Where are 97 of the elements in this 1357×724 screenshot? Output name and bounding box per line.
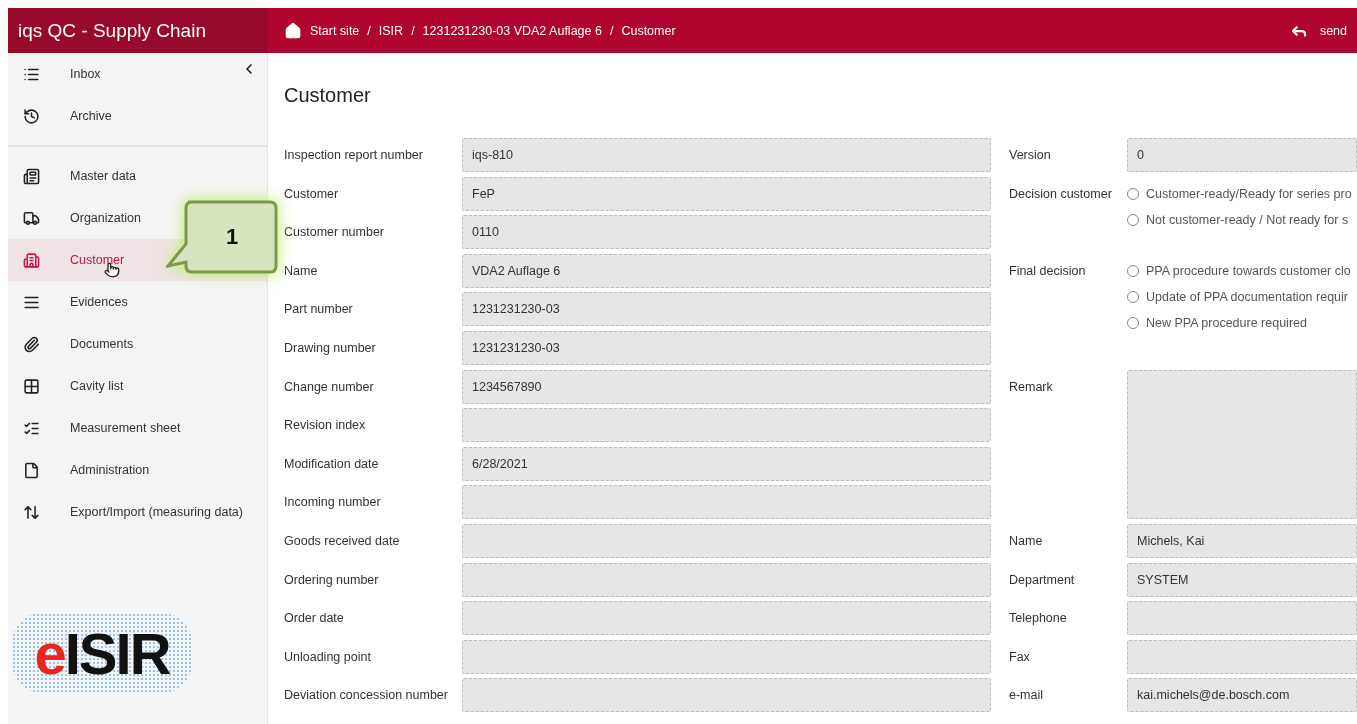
input-field[interactable]: 1234567890 [462, 369, 991, 404]
page-title: Customer [284, 84, 372, 107]
radio-label: Not customer-ready / Not ready for s [1146, 212, 1349, 227]
input-field[interactable] [462, 639, 991, 674]
field-label: Name [1009, 533, 1043, 548]
field-label: Incoming number [284, 495, 381, 510]
up-down-arrows-icon [23, 503, 40, 521]
field-label: Customer number [284, 225, 385, 240]
breadcrumb-separator: / [411, 23, 415, 38]
input-field[interactable]: 1231231230-03 [462, 330, 991, 365]
field-label: Order date [284, 611, 344, 626]
field-label: Fax [1009, 649, 1030, 664]
radio-label: Update of PPA documentation requir [1146, 289, 1348, 304]
sidebar-item[interactable]: Cavity list [8, 365, 267, 407]
field-label: Version [1009, 148, 1051, 162]
radio-label: New PPA procedure required [1146, 315, 1307, 330]
radio-button[interactable] [1127, 264, 1139, 277]
field-label: Deviation concession number [284, 688, 448, 703]
input-field[interactable]: iqs-810 [462, 138, 991, 172]
field-label: Remark [1009, 378, 1053, 394]
input-field[interactable]: 1231231230-03 [462, 292, 991, 327]
field-label: Change number [284, 379, 374, 394]
sidebar-item-label: Export/Import (measuring data) [70, 505, 243, 519]
sidebar-item-label: Evidences [70, 295, 128, 309]
logo: eISIR [12, 613, 192, 693]
input-field[interactable]: 6/28/2021 [462, 446, 991, 481]
radio-button[interactable] [1127, 290, 1139, 303]
field-label: Goods received date [284, 533, 400, 548]
radio-button[interactable] [1127, 187, 1139, 200]
field-label: Telephone [1009, 611, 1067, 626]
newspaper-icon [23, 167, 40, 185]
field-label: Ordering number [284, 572, 379, 587]
field-label: e-mail [1009, 688, 1044, 703]
radio-button[interactable] [1127, 316, 1139, 329]
input-field[interactable]: kai.michels@de.bosch.com [1127, 678, 1357, 713]
input-field[interactable] [462, 408, 991, 443]
truck-icon [23, 209, 40, 227]
hand-cursor-icon [104, 262, 120, 278]
breadcrumb-link[interactable]: Customer [621, 23, 676, 38]
input-field[interactable] [462, 678, 991, 713]
breadcrumb-link[interactable]: Start site [310, 23, 360, 38]
sidebar-item-label: Measurement sheet [70, 421, 181, 435]
field-label: Unloading point [284, 649, 371, 664]
breadcrumb-link[interactable]: ISIR [378, 23, 404, 38]
field-label: Name [284, 263, 318, 278]
input-field[interactable]: FeP [462, 176, 991, 211]
sidebar-item-label: Archive [70, 109, 112, 123]
sidebar-item[interactable]: Inbox [8, 53, 267, 95]
input-field[interactable] [1127, 639, 1357, 674]
breadcrumb-separator: / [609, 23, 614, 38]
sidebar-item[interactable]: Measurement sheet [8, 407, 267, 449]
building-icon [23, 251, 40, 269]
sidebar-item-label: Inbox [70, 67, 101, 81]
radio-label: Customer-ready/Ready for series pro [1146, 186, 1352, 201]
input-field[interactable]: SYSTEM [1127, 562, 1357, 597]
radio-label: PPA procedure towards customer clo [1146, 263, 1351, 278]
field-label: Drawing number [284, 340, 376, 355]
field-label: Inspection report number [284, 148, 423, 162]
input-field[interactable]: 0110 [462, 215, 991, 250]
field-label: Customer [284, 186, 339, 201]
breadcrumb-link[interactable]: 1231231230-03 VDA2 Auflage 6 [422, 23, 602, 38]
input-field[interactable] [462, 562, 991, 597]
home-icon[interactable] [284, 21, 302, 40]
input-field[interactable] [462, 485, 991, 520]
sidebar-item[interactable]: Evidences [8, 281, 267, 323]
sidebar-item-label: Documents [70, 337, 134, 351]
sidebar-item[interactable]: Administration [8, 449, 267, 491]
field-label: Part number [284, 302, 353, 317]
input-field[interactable]: Michels, Kai [1127, 523, 1357, 558]
sidebar-item-label: Organization [70, 211, 141, 225]
field-label: Revision index [284, 418, 366, 433]
grid-icon [23, 377, 40, 395]
sidebar-item-label: Cavity list [70, 379, 124, 393]
input-field[interactable]: 0 [1127, 138, 1357, 172]
field-label: Department [1009, 572, 1075, 587]
sidebar-item[interactable]: Archive [8, 95, 267, 137]
sidebar-item-label: Administration [70, 463, 150, 477]
text-area[interactable] [1127, 369, 1357, 520]
document-icon [23, 461, 40, 479]
breadcrumb-separator: / [367, 23, 371, 38]
input-field[interactable] [462, 601, 991, 636]
history-icon [23, 107, 40, 125]
paperclip-icon [23, 335, 40, 353]
input-field[interactable]: VDA2 Auflage 6 [462, 253, 991, 288]
sidebar-item[interactable]: Master data [8, 155, 267, 197]
field-label: Decision customer [1009, 185, 1112, 201]
send-button[interactable]: send [1289, 21, 1357, 40]
radio-button[interactable] [1127, 213, 1139, 226]
input-field[interactable] [1127, 601, 1357, 636]
field-label: Modification date [284, 456, 379, 471]
sidebar-item-label: Customer [70, 253, 125, 267]
sidebar-item-label: Master data [70, 169, 136, 183]
sidebar-item[interactable]: Documents [8, 323, 267, 365]
input-field[interactable] [462, 523, 991, 558]
app-title: iqs QC - Supply Chain [8, 8, 268, 53]
sidebar-item[interactable]: Export/Import (measuring data) [8, 491, 267, 533]
field-label: Final decision [1009, 262, 1086, 278]
